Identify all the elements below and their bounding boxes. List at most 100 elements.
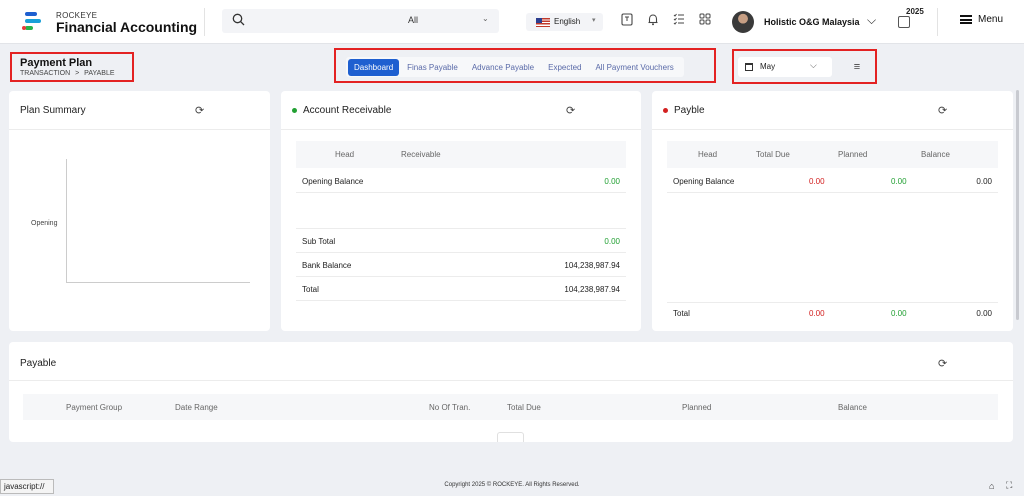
chart-x-axis <box>66 282 250 283</box>
refresh-icon[interactable]: ⟳ <box>938 357 947 370</box>
list-icon: ≡ <box>853 61 861 73</box>
tab-finas-payable[interactable]: Finas Payable <box>401 59 464 76</box>
chart-y-axis <box>66 159 67 283</box>
table-header: Payment Group Date Range No Of Tran. Tot… <box>23 394 998 420</box>
search-scope-select[interactable]: All <box>408 15 418 25</box>
tab-advance-payable[interactable]: Advance Payable <box>466 59 540 76</box>
row-balance: 0.00 <box>976 177 992 186</box>
card-title: Account Receivable <box>292 105 391 116</box>
column-header: Total Due <box>507 403 541 412</box>
table-header: Head Receivable <box>296 141 626 168</box>
row-label: Total <box>673 309 690 318</box>
divider <box>204 8 205 36</box>
divider <box>296 252 626 253</box>
divider <box>937 8 938 36</box>
row-value: 104,238,987.94 <box>564 261 620 270</box>
bell-icon[interactable] <box>645 13 661 29</box>
search-icon[interactable] <box>232 13 245 28</box>
month-select[interactable]: May ⌵ <box>738 57 832 77</box>
divider <box>296 192 626 193</box>
copyright: Copyright 2025 © ROCKEYE. All Rights Res… <box>444 482 580 488</box>
column-header: Total Due <box>756 150 790 159</box>
tab-expected[interactable]: Expected <box>542 59 587 76</box>
tab-bar: Dashboard Finas Payable Advance Payable … <box>346 57 684 77</box>
row-value: 104,238,987.94 <box>564 285 620 294</box>
language-label: English <box>554 17 581 26</box>
plan-summary-card: Plan Summary ⟳ Opening <box>9 91 270 331</box>
divider <box>9 380 1013 381</box>
card-title: Plan Summary <box>20 105 86 116</box>
us-flag-icon <box>536 18 550 27</box>
breadcrumb-item[interactable]: TRANSACTION <box>20 70 70 77</box>
chart-axis-label: Opening <box>31 220 58 227</box>
card-title: Payable <box>20 358 57 369</box>
row-balance: 0.00 <box>976 309 992 318</box>
page-title: Payment Plan <box>20 57 93 69</box>
account-receivable-card: Account Receivable ⟳ Head Receivable Ope… <box>281 91 641 331</box>
column-header: Payment Group <box>66 403 123 412</box>
bookmark-icon[interactable] <box>619 13 635 29</box>
divider <box>652 129 1013 130</box>
menu-button[interactable]: Menu <box>960 14 1003 25</box>
divider <box>281 129 641 130</box>
status-dot <box>292 107 297 113</box>
row-planned: 0.00 <box>891 309 907 318</box>
list-menu-button[interactable]: ≡ <box>846 58 868 76</box>
checklist-icon[interactable] <box>671 13 687 29</box>
company-name[interactable]: Holistic O&G Malaysia <box>764 17 860 27</box>
divider <box>667 192 998 193</box>
divider <box>667 302 998 303</box>
tab-all-payment-vouchers[interactable]: All Payment Vouchers <box>589 59 679 76</box>
card-title-text: Payble <box>674 105 705 116</box>
calendar-icon <box>745 63 753 71</box>
column-header: Receivable <box>401 150 441 159</box>
column-header: Head <box>335 150 355 159</box>
row-label: Total <box>302 285 319 294</box>
column-header: Balance <box>838 403 867 412</box>
row-planned: 0.00 <box>891 177 907 186</box>
column-header: Date Range <box>175 403 218 412</box>
row-label: Bank Balance <box>302 261 352 270</box>
column-header: Balance <box>921 150 950 159</box>
column-header: No Of Tran. <box>429 403 471 412</box>
month-label: May <box>760 62 776 71</box>
fullscreen-icon[interactable]: ⛶ <box>1006 480 1012 491</box>
status-dot <box>663 107 668 113</box>
apps-grid-icon[interactable] <box>697 13 713 29</box>
language-select[interactable]: English ▾ <box>526 13 603 31</box>
rockeye-logo-icon[interactable] <box>22 11 44 33</box>
column-header: Planned <box>682 403 712 412</box>
divider <box>9 129 270 130</box>
scroll-tab[interactable] <box>497 432 524 442</box>
row-value: 0.00 <box>604 177 620 186</box>
refresh-icon[interactable]: ⟳ <box>195 104 204 117</box>
calendar-icon[interactable] <box>898 16 910 28</box>
refresh-icon[interactable]: ⟳ <box>566 104 575 117</box>
scrollbar[interactable] <box>1016 90 1019 320</box>
top-bar: ROCKEYE Financial Accounting All ⌄ Engli… <box>0 0 1024 44</box>
search-box[interactable]: All ⌄ <box>222 9 499 33</box>
avatar[interactable] <box>732 11 754 33</box>
row-label: Sub Total <box>302 237 336 246</box>
divider <box>296 276 626 277</box>
menu-label: Menu <box>978 14 1004 25</box>
home-icon[interactable]: ⌂ <box>989 481 994 491</box>
chevron-down-icon[interactable]: ⌄ <box>482 14 489 23</box>
app-name: Financial Accounting <box>56 19 198 35</box>
breadcrumb: TRANSACTION > PAYABLE <box>20 70 115 77</box>
divider <box>296 300 626 301</box>
chevron-down-icon: ⌵ <box>810 60 817 70</box>
breadcrumb-item[interactable]: PAYABLE <box>84 70 114 77</box>
year-label: 2025 <box>906 7 924 16</box>
chevron-down-icon[interactable]: ⌵ <box>867 13 876 28</box>
hamburger-icon <box>960 14 972 24</box>
status-bar-url: javascript:// <box>0 479 54 494</box>
row-total-due: 0.00 <box>809 177 825 186</box>
card-title-text: Account Receivable <box>303 105 392 116</box>
column-header: Planned <box>838 150 868 159</box>
column-header: Head <box>698 150 718 159</box>
refresh-icon[interactable]: ⟳ <box>938 104 947 117</box>
tab-dashboard[interactable]: Dashboard <box>348 58 400 76</box>
breadcrumb-separator: > <box>75 70 80 77</box>
row-label: Opening Balance <box>302 177 364 186</box>
